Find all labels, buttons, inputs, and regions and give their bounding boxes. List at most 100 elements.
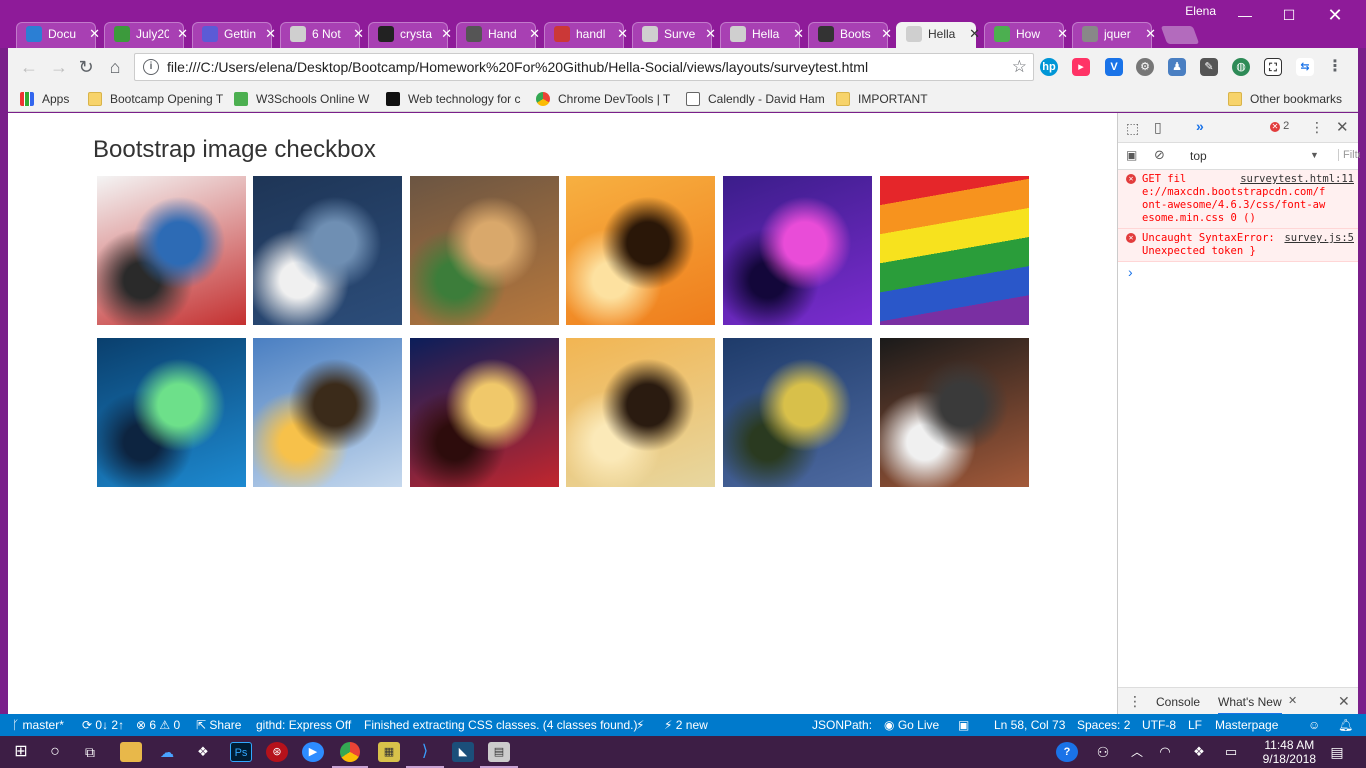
other-bookmarks[interactable]: Other bookmarks [1228, 90, 1354, 108]
close-tab-icon[interactable]: ✕ [265, 26, 276, 42]
device-toolbar-icon[interactable]: ▯ [1154, 119, 1162, 136]
close-window-icon[interactable]: ✕ [1312, 0, 1358, 30]
battery-icon[interactable]: ▭ [1220, 742, 1242, 762]
app-icon[interactable]: ◣ [452, 742, 474, 762]
system-clock[interactable]: 11:48 AM 9/18/2018 [1263, 738, 1316, 766]
bell-icon[interactable]: 🔔︎ [1338, 718, 1353, 732]
indentation[interactable]: Spaces: 2 [1077, 718, 1130, 732]
image-checkbox-soccer-player[interactable] [253, 176, 402, 325]
image-checkbox-heart-sunset[interactable] [566, 176, 715, 325]
image-checkbox-graduation-books[interactable] [97, 176, 246, 325]
help-icon[interactable]: ? [1056, 742, 1078, 762]
wifi-icon[interactable]: ◠ [1154, 742, 1176, 762]
image-checkbox-family-beach[interactable] [566, 338, 715, 487]
filter-input[interactable]: Filter [1338, 149, 1360, 161]
githd-status[interactable]: githd: Express Off [256, 718, 351, 732]
language-mode[interactable]: Masterpage [1215, 718, 1278, 732]
close-tab-icon[interactable]: ✕ [881, 26, 892, 42]
image-checkbox-sun-rays-clouds[interactable] [253, 338, 402, 487]
browser-tab[interactable]: Gettin ✕ [188, 20, 276, 48]
close-tab-icon[interactable]: ✕ [793, 26, 804, 42]
live-share-button[interactable]: ⇱ Share [196, 718, 241, 732]
browser-tab[interactable]: Boots ✕ [804, 20, 892, 48]
bookmark-link[interactable]: Chrome DevTools | T [536, 90, 678, 108]
browser-tab[interactable]: Hella ✕ [716, 20, 804, 48]
encoding[interactable]: UTF-8 [1142, 718, 1176, 732]
sidebar-toggle-icon[interactable]: ▣ [1126, 148, 1137, 162]
new-tab-button[interactable] [1160, 26, 1200, 44]
settings-extension-icon[interactable]: ⚙ [1136, 58, 1154, 76]
image-checkbox-starry-night[interactable] [723, 338, 872, 487]
close-tab-icon[interactable]: ✕ [1288, 694, 1297, 707]
image-checkbox-rainbow-flag[interactable] [880, 176, 1029, 325]
problems-indicator[interactable]: ⊗ 6 ⚠ 0 [136, 718, 180, 732]
bookmark-link[interactable]: Web technology for c [386, 90, 528, 108]
console-prompt[interactable]: › [1118, 262, 1358, 282]
clear-console-icon[interactable]: ⊘ [1154, 147, 1165, 163]
home-icon[interactable]: ⌂ [104, 56, 126, 78]
window-app-icon[interactable]: ▤ [480, 742, 518, 768]
profile-name[interactable]: Elena [1185, 4, 1216, 18]
back-icon[interactable]: ← [18, 56, 40, 78]
browser-tab[interactable]: Hella ✕ [892, 20, 980, 48]
drawer-menu-icon[interactable]: ⋮ [1128, 693, 1142, 710]
reload-icon[interactable]: ↻ [75, 56, 97, 78]
terminal-icon[interactable]: ▣ [958, 718, 969, 732]
close-drawer-icon[interactable]: ✕ [1338, 693, 1350, 710]
menu-kebab-icon[interactable]: ⋮ [1326, 58, 1344, 76]
close-tab-icon[interactable]: ✕ [89, 26, 100, 42]
people-icon[interactable]: ⚇ [1092, 742, 1114, 762]
photoshop-icon[interactable]: Ps [230, 742, 252, 762]
extension-icon[interactable]: ♟ [1168, 58, 1186, 76]
close-tab-icon[interactable]: ✕ [441, 26, 452, 42]
bookmark-apps[interactable]: Apps [20, 90, 84, 108]
git-sync[interactable]: ⟳ 0↓ 2↑ [82, 718, 124, 732]
info-icon[interactable]: i [143, 59, 159, 75]
drawer-tab-console[interactable]: Console [1156, 695, 1200, 709]
bookmark-folder[interactable]: Bootcamp Opening T [88, 90, 224, 108]
cortana-icon[interactable]: ○ [44, 742, 66, 762]
smiley-icon[interactable]: ☺ [1308, 718, 1320, 732]
close-tab-icon[interactable]: ✕ [529, 26, 540, 42]
close-tab-icon[interactable]: ✕ [177, 26, 188, 42]
bookmark-star-icon[interactable]: ☆ [1012, 57, 1027, 77]
globe-extension-icon[interactable]: ◍ [1232, 58, 1250, 76]
browser-tab[interactable]: How ✕ [980, 20, 1068, 48]
onedrive-icon[interactable]: ☁ [156, 742, 178, 762]
browser-tab[interactable]: jquer ✕ [1068, 20, 1156, 48]
inspect-element-icon[interactable]: ⬚ [1126, 120, 1139, 137]
close-tab-icon[interactable]: ✕ [1145, 26, 1156, 42]
image-checkbox-circuit-chip[interactable] [97, 338, 246, 487]
show-hidden-icons[interactable]: ︿ [1126, 742, 1148, 762]
dropbox-icon[interactable]: ❖ [192, 742, 214, 762]
acrobat-icon[interactable]: ⊛ [266, 742, 288, 762]
address-url[interactable]: file:///C:/Users/elena/Desktop/Bootcamp/… [167, 59, 868, 75]
hp-extension-icon[interactable]: hp [1040, 58, 1058, 76]
bookmark-folder[interactable]: IMPORTANT [836, 90, 936, 108]
file-explorer-icon[interactable] [120, 742, 142, 762]
browser-tab[interactable]: July20 ✕ [100, 20, 188, 48]
windows-start-icon[interactable]: ⊞ [10, 742, 32, 762]
close-tab-icon[interactable]: ✕ [353, 26, 364, 42]
browser-tab[interactable]: Docu ✕ [12, 20, 100, 48]
browser-tab[interactable]: crysta ✕ [364, 20, 452, 48]
browser-tab[interactable]: 6 Not ✕ [276, 20, 364, 48]
sticky-app-icon[interactable]: ▦ [378, 742, 400, 762]
zoom-icon[interactable]: ▶ [302, 742, 324, 762]
maximize-icon[interactable]: ☐ [1266, 0, 1312, 30]
go-live-button[interactable]: ◉ Go Live [884, 718, 939, 732]
dropbox-tray-icon[interactable]: ❖ [1188, 742, 1210, 762]
git-branch[interactable]: ᚴ master* [12, 718, 64, 732]
forward-icon[interactable]: → [48, 56, 70, 78]
close-tab-icon[interactable]: ✕ [617, 26, 628, 42]
minimize-icon[interactable]: — [1222, 0, 1268, 30]
extension-icon[interactable]: ▸ [1072, 58, 1090, 76]
image-checkbox-concert-crowd[interactable] [723, 176, 872, 325]
lightning-icon[interactable]: ⚡ [636, 718, 644, 732]
chevron-down-icon[interactable]: ▼ [1310, 150, 1319, 160]
error-counter[interactable]: ✕ 2 [1270, 120, 1289, 132]
close-devtools-icon[interactable]: ✕ [1336, 118, 1349, 136]
more-tabs-icon[interactable]: » [1196, 118, 1204, 134]
browser-tab[interactable]: Surve ✕ [628, 20, 716, 48]
screenshot-icon[interactable]: ⛶ [1264, 58, 1282, 76]
